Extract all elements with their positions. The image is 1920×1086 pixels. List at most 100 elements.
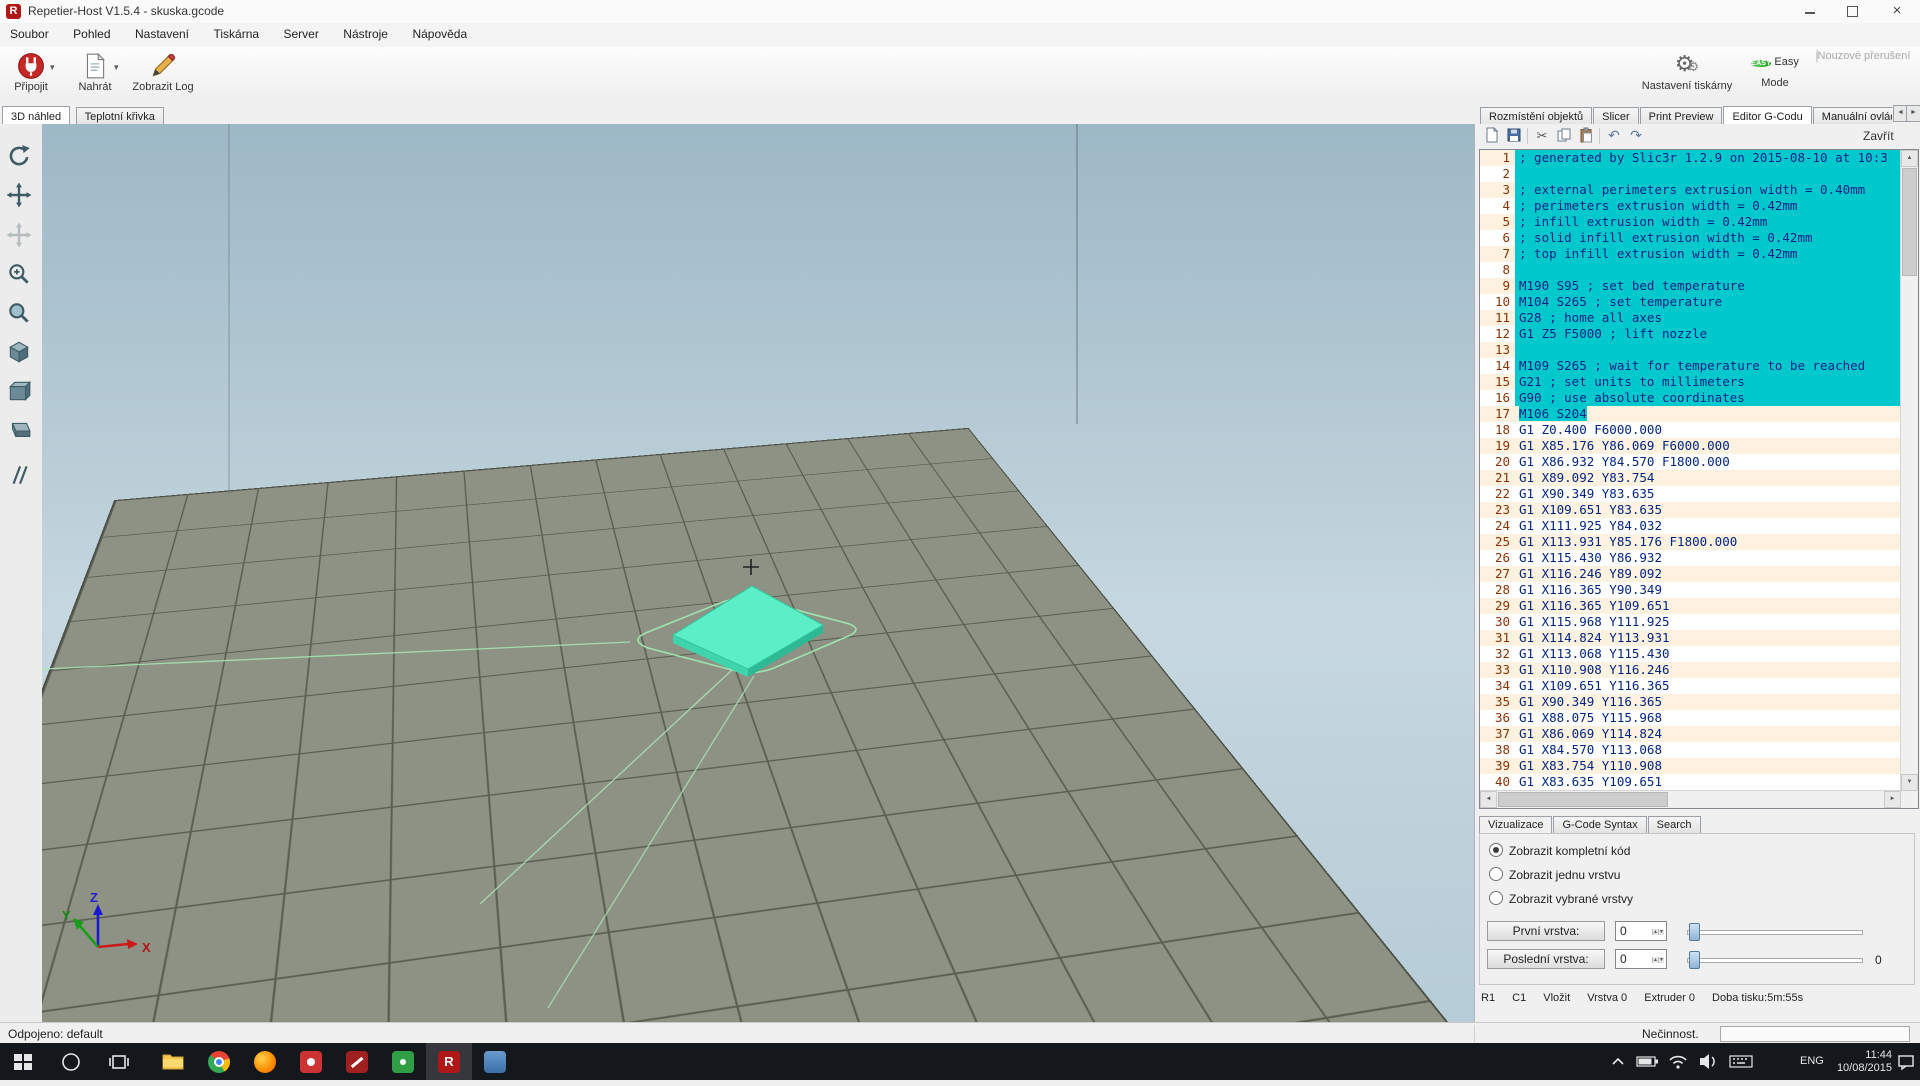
gcode-editor[interactable]: 1; generated by Slic3r 1.2.9 on 2015-08-… xyxy=(1479,149,1919,809)
green-app-button[interactable] xyxy=(380,1043,426,1080)
gcode-line-8[interactable]: 8 xyxy=(1480,262,1901,278)
spin-down-icon[interactable]: ▼ xyxy=(1658,957,1664,963)
vertical-scroll-thumb[interactable] xyxy=(1902,168,1917,276)
isometric-view-icon[interactable] xyxy=(6,339,36,371)
gcode-line-2[interactable]: 2 xyxy=(1480,166,1901,182)
viewport-3d[interactable]: Z X Y xyxy=(42,124,1474,1022)
red-app-button[interactable] xyxy=(288,1043,334,1080)
blue-app-button[interactable] xyxy=(472,1043,518,1080)
front-view-icon[interactable] xyxy=(6,378,36,410)
gcode-line-13[interactable]: 13 xyxy=(1480,342,1901,358)
last-layer-slider[interactable] xyxy=(1687,949,1863,969)
action-center-button[interactable] xyxy=(1896,1043,1918,1080)
gcode-line-33[interactable]: 33G1 X110.908 Y116.246 xyxy=(1480,662,1901,678)
paste-icon[interactable] xyxy=(1577,127,1595,145)
move-view-icon[interactable] xyxy=(6,182,36,214)
new-file-icon[interactable] xyxy=(1483,127,1501,145)
gcode-line-9[interactable]: 9M190 S95 ; set bed temperature xyxy=(1480,278,1901,294)
slider-thumb[interactable] xyxy=(1689,951,1700,969)
menu-tiskarna[interactable]: Tiskárna xyxy=(203,23,269,45)
horizontal-scrollbar[interactable]: ◄ ► xyxy=(1480,790,1901,808)
spin-down-icon[interactable]: ▼ xyxy=(1658,929,1664,935)
minimize-button[interactable] xyxy=(1790,0,1830,22)
gcode-line-23[interactable]: 23G1 X109.651 Y83.635 xyxy=(1480,502,1901,518)
gcode-line-16[interactable]: 16G90 ; use absolute coordinates xyxy=(1480,390,1901,406)
gcode-line-12[interactable]: 12G1 Z5 F5000 ; lift nozzle xyxy=(1480,326,1901,342)
language-indicator[interactable]: ENG xyxy=(1800,1043,1824,1080)
start-button[interactable] xyxy=(0,1043,46,1080)
tab-3d-preview[interactable]: 3D náhled xyxy=(2,106,70,126)
gcode-line-21[interactable]: 21G1 X89.092 Y83.754 xyxy=(1480,470,1901,486)
maximize-button[interactable] xyxy=(1832,0,1872,22)
gcode-line-35[interactable]: 35G1 X90.349 Y116.365 xyxy=(1480,694,1901,710)
zoom-in-icon[interactable] xyxy=(6,261,36,293)
connect-button[interactable]: Připojit ▾ xyxy=(4,50,58,93)
gcode-line-24[interactable]: 24G1 X111.925 Y84.032 xyxy=(1480,518,1901,534)
rotate-view-icon[interactable] xyxy=(6,143,36,175)
connect-dropdown-icon[interactable]: ▾ xyxy=(50,62,55,73)
editor-close-button[interactable]: Zavřít xyxy=(1863,129,1894,143)
first-layer-slider[interactable] xyxy=(1687,921,1863,941)
gcode-line-17[interactable]: 17M106 S204 xyxy=(1480,406,1901,422)
slider-track[interactable] xyxy=(1687,958,1863,963)
tab-vizualizace[interactable]: Vizualizace xyxy=(1479,816,1552,834)
gcode-line-22[interactable]: 22G1 X90.349 Y83.635 xyxy=(1480,486,1901,502)
gcode-line-4[interactable]: 4; perimeters extrusion width = 0.42mm xyxy=(1480,198,1901,214)
gcode-line-25[interactable]: 25G1 X113.931 Y85.176 F1800.000 xyxy=(1480,534,1901,550)
radio-show-complete-code[interactable]: Zobrazit kompletní kód xyxy=(1489,843,1630,859)
tab-gcode-editor[interactable]: Editor G-Codu xyxy=(1723,106,1811,125)
gcode-line-27[interactable]: 27G1 X116.246 Y89.092 xyxy=(1480,566,1901,582)
gcode-line-40[interactable]: 40G1 X83.635 Y109.651 xyxy=(1480,774,1901,790)
horizontal-scroll-thumb[interactable] xyxy=(1498,792,1668,807)
chrome-button[interactable] xyxy=(196,1043,242,1080)
printer-settings-button[interactable]: ⚙⚙ Nastavení tiskárny xyxy=(1634,50,1740,92)
gcode-line-38[interactable]: 38G1 X84.570 Y113.068 xyxy=(1480,742,1901,758)
scroll-left-icon[interactable]: ◄ xyxy=(1480,791,1497,808)
last-layer-button[interactable]: Poslední vrstva: xyxy=(1487,949,1605,969)
gcode-line-3[interactable]: 3; external perimeters extrusion width =… xyxy=(1480,182,1901,198)
first-layer-spinner[interactable]: 0 ▲▼ xyxy=(1615,921,1667,941)
firefox-button[interactable] xyxy=(242,1043,288,1080)
gcode-line-15[interactable]: 15G21 ; set units to millimeters xyxy=(1480,374,1901,390)
slider-thumb[interactable] xyxy=(1689,923,1700,941)
menu-nastroje[interactable]: Nástroje xyxy=(333,23,398,45)
easy-mode-button[interactable]: EASY Easy Mode xyxy=(1744,50,1806,89)
top-view-icon[interactable] xyxy=(6,418,36,450)
file-explorer-button[interactable] xyxy=(150,1043,196,1080)
gcode-line-28[interactable]: 28G1 X116.365 Y90.349 xyxy=(1480,582,1901,598)
cut-icon[interactable]: ✂ xyxy=(1533,127,1551,145)
search-button[interactable] xyxy=(48,1043,94,1080)
copy-icon[interactable] xyxy=(1555,127,1573,145)
gcode-line-11[interactable]: 11G28 ; home all axes xyxy=(1480,310,1901,326)
tab-temperature-curve[interactable]: Teplotní křivka xyxy=(76,107,164,125)
redo-icon[interactable]: ↷ xyxy=(1627,127,1645,145)
scroll-down-icon[interactable]: ▼ xyxy=(1901,774,1918,791)
gcode-line-6[interactable]: 6; solid infill extrusion width = 0.42mm xyxy=(1480,230,1901,246)
show-log-button[interactable]: Zobrazit Log xyxy=(128,50,198,93)
gcode-line-31[interactable]: 31G1 X114.824 Y113.931 xyxy=(1480,630,1901,646)
first-layer-button[interactable]: První vrstva: xyxy=(1487,921,1605,941)
gcode-line-20[interactable]: 20G1 X86.932 Y84.570 F1800.000 xyxy=(1480,454,1901,470)
gcode-line-34[interactable]: 34G1 X109.651 Y116.365 xyxy=(1480,678,1901,694)
last-layer-spinner[interactable]: 0 ▲▼ xyxy=(1615,949,1667,969)
volume-button[interactable] xyxy=(1696,1043,1722,1080)
vertical-scrollbar[interactable]: ▲ ▼ xyxy=(1900,150,1918,791)
repetier-host-taskbar-button[interactable]: R xyxy=(426,1043,472,1080)
gcode-line-10[interactable]: 10M104 S265 ; set temperature xyxy=(1480,294,1901,310)
load-button[interactable]: Nahrát ▾ xyxy=(70,50,120,93)
close-button[interactable]: × xyxy=(1874,0,1920,22)
task-view-button[interactable] xyxy=(96,1043,142,1080)
menu-nastaveni[interactable]: Nastavení xyxy=(125,23,199,45)
gcode-line-37[interactable]: 37G1 X86.069 Y114.824 xyxy=(1480,726,1901,742)
battery-indicator[interactable] xyxy=(1636,1043,1660,1080)
zoom-out-icon[interactable] xyxy=(6,300,36,332)
gcode-line-32[interactable]: 32G1 X113.068 Y115.430 xyxy=(1480,646,1901,662)
gcode-line-5[interactable]: 5; infill extrusion width = 0.42mm xyxy=(1480,214,1901,230)
tab-search[interactable]: Search xyxy=(1648,816,1701,833)
tab-manual-control[interactable]: Manuální ovládání xyxy=(1813,107,1892,125)
undo-icon[interactable]: ↶ xyxy=(1605,127,1623,145)
gcode-line-19[interactable]: 19G1 X85.176 Y86.069 F6000.000 xyxy=(1480,438,1901,454)
menu-napoveda[interactable]: Nápověda xyxy=(402,23,477,45)
gcode-line-7[interactable]: 7; top infill extrusion width = 0.42mm xyxy=(1480,246,1901,262)
slider-track[interactable] xyxy=(1687,930,1863,935)
